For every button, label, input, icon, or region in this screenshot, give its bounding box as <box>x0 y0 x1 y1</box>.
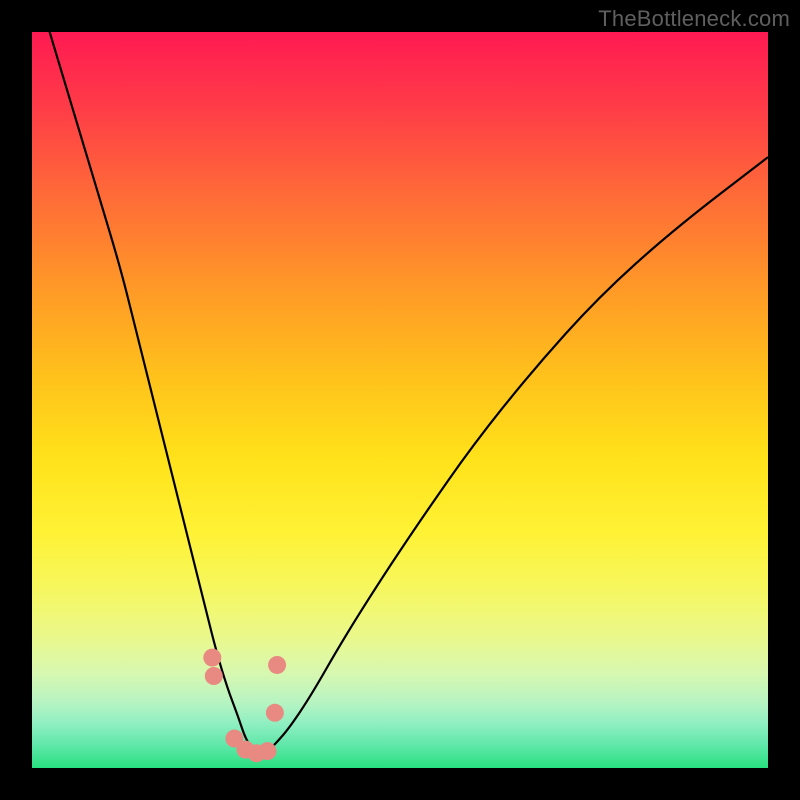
watermark-text: TheBottleneck.com <box>598 6 790 32</box>
bottleneck-curve <box>32 0 768 753</box>
curve-marker <box>268 656 286 674</box>
chart-frame: TheBottleneck.com <box>0 0 800 800</box>
curve-marker <box>205 667 223 685</box>
curve-markers <box>203 649 286 763</box>
curve-marker <box>266 704 284 722</box>
curve-marker <box>203 649 221 667</box>
chart-overlay <box>32 32 768 768</box>
curve-marker <box>259 742 277 760</box>
plot-area <box>32 32 768 768</box>
